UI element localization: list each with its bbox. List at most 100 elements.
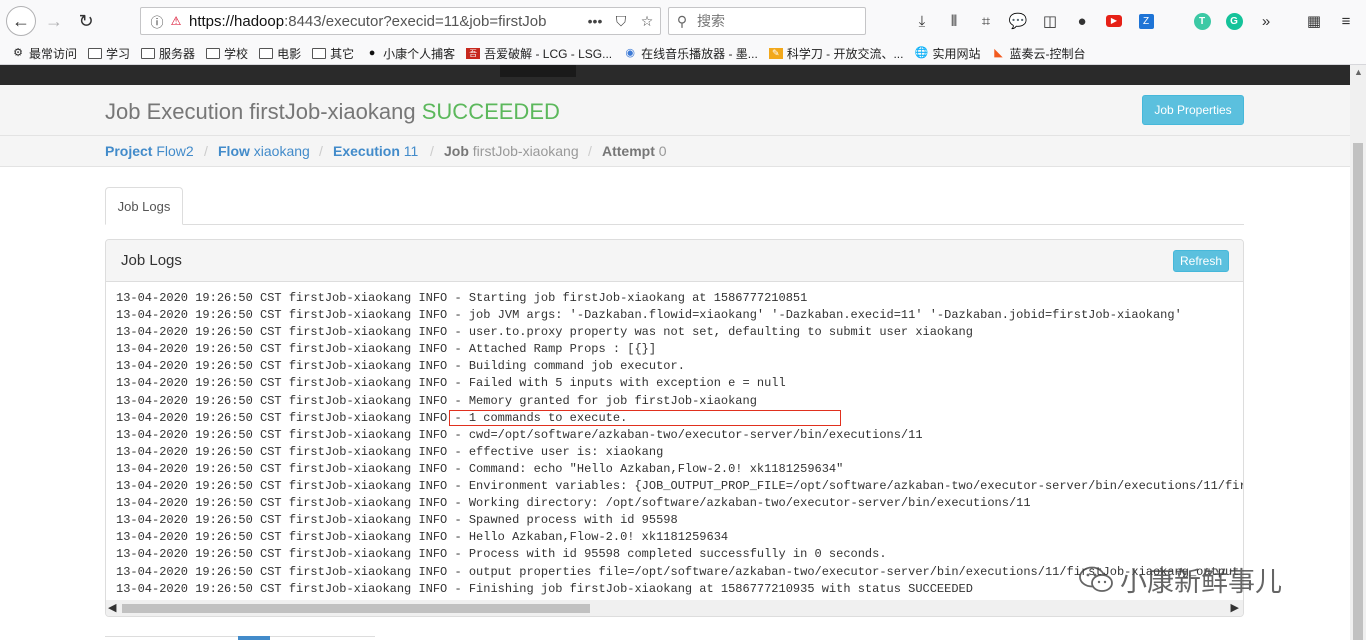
site-favicon-icon: ● (368, 46, 376, 59)
browser-toolbar: ← → ↻ ⓘ ⚠ https://hadoop:8443/executor?e… (0, 0, 1366, 42)
breadcrumb-separator: / (319, 143, 323, 159)
bookmark-item[interactable]: ⚙ 最常访问 (11, 45, 77, 62)
bookmark-item[interactable]: ◉ 在线音乐播放器 - 墨... (623, 45, 758, 62)
bookmark-star-icon[interactable]: ☆ (634, 13, 660, 30)
breadcrumb-key: Execution (333, 143, 400, 159)
site-favicon-icon: 吾 (466, 47, 481, 59)
url-text[interactable]: https://hadoop:8443/executor?execid=11&j… (189, 13, 582, 30)
screenshot-crop-icon[interactable]: ⌗ (972, 9, 1000, 33)
horizontal-scrollbar[interactable]: ◀ ▶ (106, 600, 1243, 616)
reload-button[interactable]: ↻ (72, 7, 100, 35)
scroll-left-icon[interactable]: ◀ (108, 601, 116, 614)
status-badge: SUCCEEDED (421, 99, 560, 124)
bookmark-label: 在线音乐播放器 - 墨... (641, 46, 758, 61)
folder-icon (88, 47, 103, 59)
scroll-up-icon[interactable]: ▲ (1354, 67, 1363, 77)
breadcrumb-separator: / (588, 143, 592, 159)
log-line: 13-04-2020 19:26:50 CST firstJob-xiaokan… (116, 325, 973, 340)
log-line: 13-04-2020 19:26:50 CST firstJob-xiaokan… (116, 581, 973, 596)
extensions-grid-icon[interactable]: ▦ (1300, 9, 1328, 33)
breadcrumb-value: xiaokang (253, 143, 310, 159)
job-properties-button[interactable]: Job Properties (1142, 95, 1244, 125)
breadcrumb-key: Job (444, 143, 469, 159)
overflow-menu-icon[interactable]: » (1252, 9, 1280, 33)
search-icon: ⚲ (676, 12, 688, 29)
log-line: 13-04-2020 19:26:50 CST firstJob-xiaokan… (116, 308, 1182, 323)
watermark: 小康新鲜事儿 (1078, 560, 1282, 599)
insecure-lock-icon[interactable]: ⚠ (167, 14, 185, 28)
translate-extension-icon[interactable]: T (1188, 9, 1216, 33)
download-icon[interactable]: ⤓ (908, 9, 936, 33)
log-line: 13-04-2020 19:26:50 CST firstJob-xiaokan… (116, 513, 678, 528)
bookmark-label: 最常访问 (29, 46, 78, 61)
account-icon[interactable]: ● (1068, 9, 1096, 33)
bookmark-folder[interactable]: 其它 (312, 45, 354, 62)
folder-icon (259, 47, 274, 59)
url-host: https://hadoop (189, 12, 285, 30)
scroll-right-icon[interactable]: ▶ (1231, 601, 1239, 614)
bookmark-label: 学习 (106, 46, 131, 61)
forward-button[interactable]: → (40, 7, 68, 35)
bookmark-item[interactable]: ✎ 科学刀 - 开放交流、... (768, 45, 904, 62)
address-bar[interactable]: ⓘ ⚠ https://hadoop:8443/executor?execid=… (140, 7, 661, 35)
site-favicon-icon: ◣ (994, 46, 1003, 59)
bookmark-item[interactable]: 吾吾爱破解 - LCG - LSG... (466, 45, 612, 62)
job-logs-panel: Job Logs Refresh 13-04-2020 19:26:50 CST… (105, 239, 1244, 617)
bookmark-folder[interactable]: 服务器 (141, 45, 195, 62)
bookmark-item[interactable]: ◣ 蓝奏云-控制台 (992, 45, 1086, 62)
bookmark-label: 学校 (224, 46, 249, 61)
pagination-fragment (105, 636, 375, 641)
log-output[interactable]: 13-04-2020 19:26:50 CST firstJob-xiaokan… (116, 290, 1243, 600)
extension-blue-icon[interactable]: Z (1132, 9, 1160, 33)
globe-icon: 🌐 (914, 46, 929, 59)
breadcrumb-execution[interactable]: Execution 11 (333, 143, 418, 159)
navbar-active-tab[interactable] (500, 65, 576, 77)
bookmark-item[interactable]: ● 小康个人捕客 (365, 45, 455, 62)
bookmark-label: 蓝奏云-控制台 (1009, 46, 1086, 61)
tab-job-logs[interactable]: Job Logs (105, 187, 183, 225)
site-info-icon[interactable]: ⓘ (147, 12, 167, 31)
hamburger-menu-icon[interactable]: ≡ (1332, 9, 1360, 33)
library-icon[interactable]: ⫴ (940, 9, 968, 33)
refresh-button[interactable]: Refresh (1173, 250, 1229, 272)
top-navbar (0, 65, 1350, 85)
breadcrumb-flow[interactable]: Flow xiaokang (218, 143, 310, 159)
breadcrumb: Project Flow2 / Flow xiaokang / Executio… (0, 136, 1350, 167)
scrollbar-thumb[interactable] (1353, 143, 1363, 640)
page-actions-icon[interactable]: ••• (582, 13, 608, 29)
bookmark-label: 科学刀 - 开放交流、... (786, 46, 904, 61)
search-input[interactable] (695, 12, 859, 30)
arrow-left-icon: ← (12, 10, 30, 31)
grammarly-icon[interactable]: G (1220, 9, 1248, 33)
pagination-active[interactable] (238, 636, 270, 640)
log-line: 13-04-2020 19:26:50 CST firstJob-xiaokan… (116, 547, 887, 562)
bookmark-label: 吾爱破解 - LCG - LSG... (484, 46, 613, 61)
breadcrumb-project[interactable]: Project Flow2 (105, 143, 194, 159)
back-button[interactable]: ← (6, 6, 36, 36)
log-line: 13-04-2020 19:26:50 CST firstJob-xiaokan… (116, 376, 786, 391)
log-line: 13-04-2020 19:26:50 CST firstJob-xiaokan… (116, 342, 657, 357)
folder-icon (141, 47, 156, 59)
bookmark-item[interactable]: 🌐 实用网站 (914, 45, 981, 62)
toolbar-icons: ⤓ ⫴ ⌗ 💬 ◫ ● ▶ Z T G » ▦ ≡ (908, 9, 1360, 33)
bookmark-folder[interactable]: 电影 (259, 45, 301, 62)
log-line: 13-04-2020 19:26:50 CST firstJob-xiaokan… (116, 530, 729, 545)
tab-bar: Job Logs (105, 187, 1244, 225)
page-title-text: Job Execution firstJob-xiaokang (105, 99, 416, 124)
bookmark-folder[interactable]: 学习 (88, 45, 130, 62)
scrollbar-thumb[interactable] (122, 604, 590, 613)
bookmark-label: 实用网站 (932, 46, 981, 61)
log-line: 13-04-2020 19:26:50 CST firstJob-xiaokan… (116, 496, 1031, 511)
arrow-right-icon: → (45, 10, 63, 31)
folder-icon (206, 47, 221, 59)
bookmark-folder[interactable]: 学校 (206, 45, 248, 62)
pocket-icon[interactable]: ⛉ (608, 13, 634, 30)
sidebar-icon[interactable]: ◫ (1036, 9, 1064, 33)
reload-icon: ↻ (78, 10, 94, 31)
chat-icon[interactable]: 💬 (1004, 9, 1032, 33)
breadcrumb-job: Job firstJob-xiaokang (444, 143, 579, 159)
search-bar[interactable]: ⚲ (668, 7, 866, 35)
page-vertical-scrollbar[interactable]: ▲ (1350, 65, 1366, 640)
log-line: 13-04-2020 19:26:50 CST firstJob-xiaokan… (116, 393, 757, 408)
youtube-icon[interactable]: ▶ (1100, 9, 1128, 33)
